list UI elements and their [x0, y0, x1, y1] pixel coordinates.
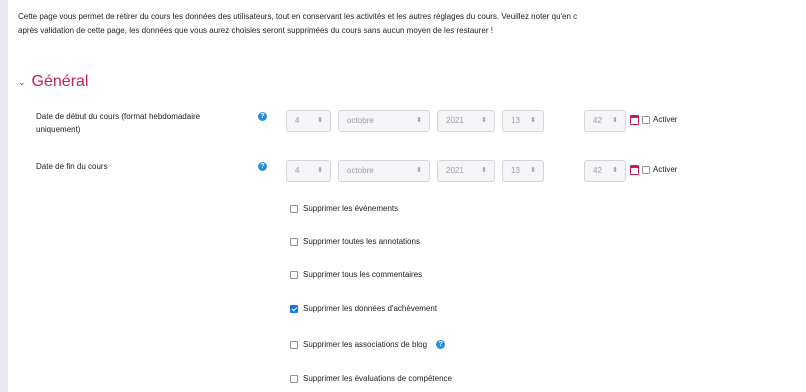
start-year-select[interactable]: 2021 ⬍: [437, 110, 495, 132]
option-checkbox[interactable]: [290, 374, 298, 383]
option-delete-completion-data[interactable]: Supprimer les données d'achèvement: [290, 304, 437, 313]
end-day-select[interactable]: 4 ⬍: [286, 160, 331, 182]
start-enable-toggle[interactable]: Activer: [642, 115, 677, 124]
end-month-value: octobre: [347, 166, 374, 175]
chevron-down-icon: ⌄: [18, 76, 26, 87]
start-year-value: 2021: [446, 116, 464, 125]
select-arrow-icon: ⬍: [481, 167, 487, 174]
end-enable-label: Activer: [653, 165, 678, 174]
start-enable-checkbox[interactable]: [642, 115, 650, 124]
help-icon[interactable]: ?: [258, 162, 267, 171]
start-minute-select[interactable]: 42 ⬍: [584, 110, 626, 132]
option-label: Supprimer les données d'achèvement: [303, 304, 438, 313]
help-icon[interactable]: ?: [258, 112, 267, 121]
select-arrow-icon: ⬍: [612, 167, 618, 174]
end-date-row: Date de fin du cours ? 4 ⬍ octobre ⬍ 2021 ⬍…: [8, 160, 806, 190]
select-arrow-icon: ⬍: [416, 117, 422, 124]
start-month-select[interactable]: octobre ⬍: [338, 110, 430, 132]
calendar-icon[interactable]: [630, 115, 639, 125]
option-delete-blog-associations[interactable]: Supprimer les associations de blog ?: [290, 340, 446, 349]
end-hour-select[interactable]: 13 ⬍: [502, 160, 544, 182]
start-month-value: octobre: [347, 116, 374, 125]
option-checkbox[interactable]: [290, 340, 298, 349]
end-hour-value: 13: [511, 166, 520, 175]
section-header-general[interactable]: ⌄ Général: [18, 73, 88, 91]
start-date-row: Date de début du cours (format hebdomada…: [8, 110, 806, 140]
option-delete-events[interactable]: Supprimer les événements: [290, 204, 398, 213]
end-year-value: 2021: [446, 166, 464, 175]
start-date-label: Date de début du cours (format hebdomada…: [36, 112, 201, 134]
end-month-select[interactable]: octobre ⬍: [338, 160, 430, 182]
option-checkbox[interactable]: [290, 204, 298, 213]
end-date-label: Date de fin du cours: [36, 162, 108, 171]
section-title: Général: [31, 73, 89, 90]
option-checkbox[interactable]: [290, 237, 298, 246]
select-arrow-icon: ⬍: [317, 167, 323, 174]
start-hour-value: 13: [511, 116, 520, 125]
option-label: Supprimer toutes les annotations: [303, 237, 420, 246]
end-minute-value: 42: [593, 166, 602, 175]
intro-line-2: après validation de cette page, les donn…: [18, 26, 493, 35]
end-enable-toggle[interactable]: Activer: [642, 165, 677, 174]
calendar-icon[interactable]: [630, 165, 639, 175]
option-label: Supprimer les associations de blog: [303, 340, 428, 349]
option-delete-annotations[interactable]: Supprimer toutes les annotations: [290, 237, 420, 246]
select-arrow-icon: ⬍: [416, 167, 422, 174]
start-enable-label: Activer: [653, 115, 678, 124]
option-label: Supprimer les évaluations de compétence: [303, 374, 452, 383]
end-minute-select[interactable]: 42 ⬍: [584, 160, 626, 182]
start-hour-select[interactable]: 13 ⬍: [502, 110, 544, 132]
start-day-select[interactable]: 4 ⬍: [286, 110, 331, 132]
select-arrow-icon: ⬍: [530, 117, 536, 124]
intro-text: Cette page vous permet de retirer du cou…: [18, 10, 806, 38]
select-arrow-icon: ⬍: [530, 167, 536, 174]
option-label: Supprimer les événements: [303, 204, 399, 213]
intro-line-1: Cette page vous permet de retirer du cou…: [18, 12, 578, 21]
select-arrow-icon: ⬍: [612, 117, 618, 124]
help-icon[interactable]: ?: [436, 340, 446, 349]
end-enable-checkbox[interactable]: [642, 165, 650, 174]
option-label: Supprimer tous les commentaires: [303, 270, 423, 279]
start-day-value: 4: [295, 116, 300, 125]
end-day-value: 4: [295, 166, 300, 175]
main-panel: Cette page vous permet de retirer du cou…: [8, 0, 806, 392]
select-arrow-icon: ⬍: [481, 117, 487, 124]
option-delete-competency-ratings[interactable]: Supprimer les évaluations de compétence: [290, 374, 452, 383]
option-checkbox-checked[interactable]: [290, 304, 298, 313]
option-delete-comments[interactable]: Supprimer tous les commentaires: [290, 270, 422, 279]
end-year-select[interactable]: 2021 ⬍: [437, 160, 495, 182]
option-checkbox[interactable]: [290, 270, 298, 279]
start-minute-value: 42: [593, 116, 602, 125]
select-arrow-icon: ⬍: [317, 117, 323, 124]
